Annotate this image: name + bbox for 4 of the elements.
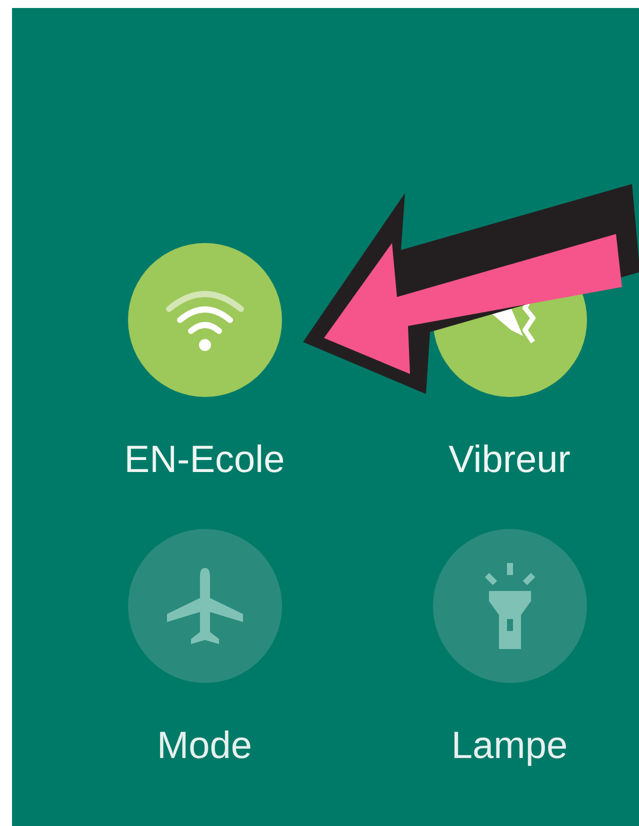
tile-label: Vibreur xyxy=(448,441,570,483)
tile-label: Mode xyxy=(156,727,252,769)
tile-label: Lampe xyxy=(451,727,568,769)
tile-label: EN-Ecole xyxy=(124,441,285,483)
